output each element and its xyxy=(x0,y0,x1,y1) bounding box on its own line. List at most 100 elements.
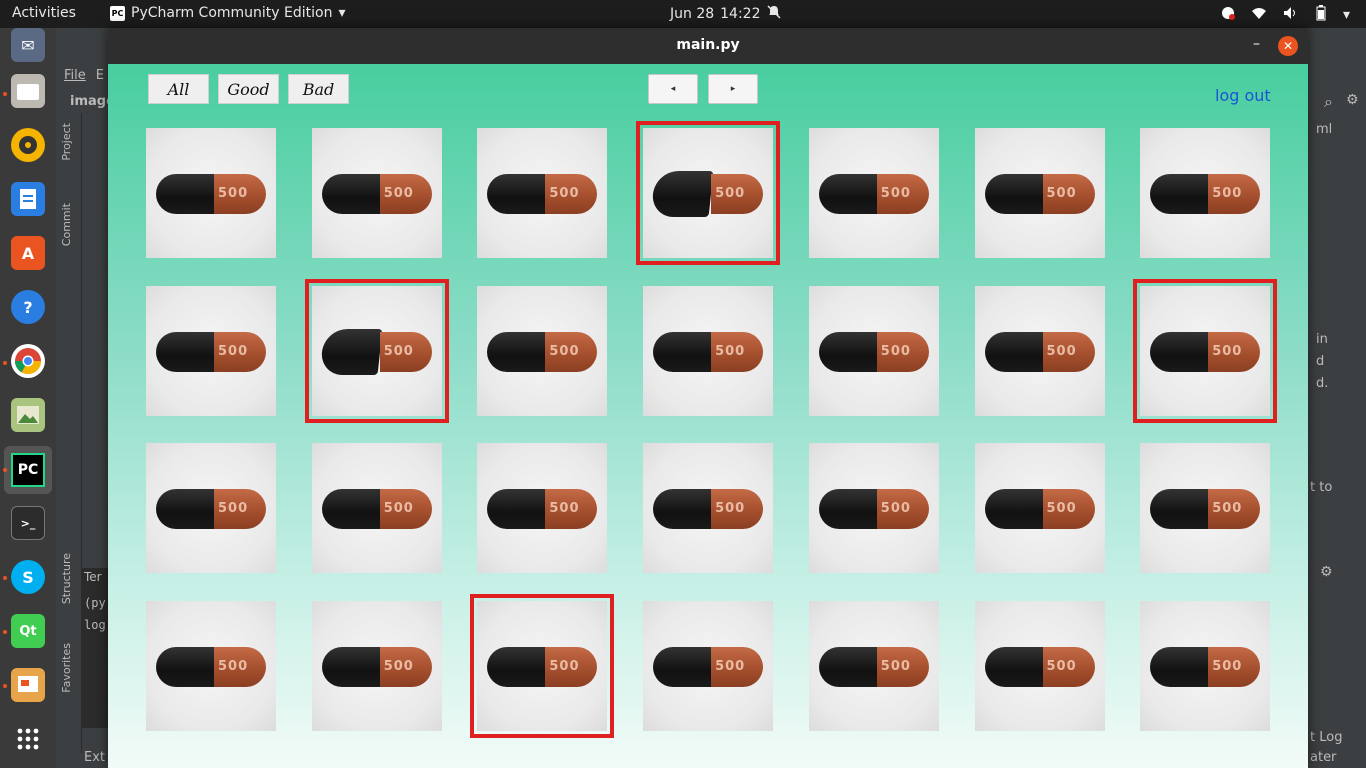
running-indicator xyxy=(3,684,7,688)
capsule-image-tile-flagged[interactable]: 500 xyxy=(1133,278,1278,423)
capsule-picture: 500 xyxy=(653,489,764,529)
capsule-imprint: 500 xyxy=(383,501,414,516)
show-apps-icon[interactable] xyxy=(11,722,45,756)
capsule-picture: 500 xyxy=(653,646,764,687)
app-window: main.py – ✕ All Good Bad ◂ ▸ log out 500… xyxy=(108,28,1308,768)
capsule-image-tile[interactable]: 500 xyxy=(477,128,608,258)
terminal-icon[interactable]: >_ xyxy=(11,506,45,540)
capsule-image-tile[interactable]: 500 xyxy=(974,128,1105,258)
capsule-picture: 500 xyxy=(321,646,432,687)
filter-all-button[interactable]: All xyxy=(148,74,209,104)
capsule-image-tile[interactable]: 500 xyxy=(146,443,276,573)
chevron-down-icon: ▾ xyxy=(1342,7,1350,23)
menu-file[interactable]: File xyxy=(64,68,86,83)
capsule-image-tile[interactable]: 500 xyxy=(311,443,442,573)
skype-icon[interactable]: S xyxy=(11,560,45,594)
impress-icon[interactable] xyxy=(11,668,45,702)
capsule-image-tile[interactable]: 500 xyxy=(146,285,276,416)
window-titlebar[interactable]: main.py – ✕ xyxy=(108,28,1308,64)
capsule-image-tile[interactable]: 500 xyxy=(974,285,1105,416)
next-page-button[interactable]: ▸ xyxy=(708,74,758,104)
capsule-image-tile[interactable]: 500 xyxy=(974,600,1105,731)
capsule-image-tile[interactable]: 500 xyxy=(643,443,774,573)
tab-favorites[interactable]: Favorites xyxy=(60,643,73,693)
terminal-label: Ter xyxy=(84,570,102,584)
tab-project[interactable]: Project xyxy=(60,123,73,161)
capsule-black-half xyxy=(650,171,714,217)
logout-link[interactable]: log out xyxy=(1215,86,1271,105)
ide-menu-bar: File E xyxy=(64,68,104,83)
event-log-tab[interactable]: t Log xyxy=(1310,730,1342,745)
qt-creator-icon[interactable]: Qt xyxy=(11,614,45,648)
notifications-off-icon xyxy=(766,5,781,23)
capsule-image-tile[interactable]: 500 xyxy=(643,285,774,416)
gear-icon[interactable]: ⚙ xyxy=(1346,92,1359,108)
app-icon-thunderbird[interactable]: ✉ xyxy=(11,28,45,62)
system-tray[interactable]: ▾ xyxy=(1221,5,1350,25)
files-icon[interactable] xyxy=(11,74,45,108)
rhythmbox-icon[interactable] xyxy=(11,128,45,162)
capsule-image-tile[interactable]: 500 xyxy=(1140,600,1271,731)
pycharm-dock-icon[interactable]: PC xyxy=(4,446,52,494)
window-title: main.py xyxy=(676,37,740,53)
minimize-button[interactable]: – xyxy=(1253,36,1260,52)
editor-tab-label[interactable]: ml xyxy=(1316,122,1332,137)
panel-text: d. xyxy=(1316,376,1329,391)
capsule-image-tile[interactable]: 500 xyxy=(974,443,1105,573)
date-text: Jun 28 xyxy=(670,6,715,22)
capsule-image-tile[interactable]: 500 xyxy=(808,128,939,258)
capsule-black-half xyxy=(818,331,877,372)
dock: ✉ A ? PC >_ S Qt xyxy=(0,28,56,768)
filter-good-button[interactable]: Good xyxy=(218,74,279,104)
capsule-picture: 500 xyxy=(487,331,598,372)
capsule-image-tile[interactable]: 500 xyxy=(808,285,939,416)
filter-bad-button[interactable]: Bad xyxy=(288,74,349,104)
capsule-image-tile[interactable]: 500 xyxy=(477,285,608,416)
clock[interactable]: Jun 28 14:22 xyxy=(670,5,781,23)
capsule-image-tile[interactable]: 500 xyxy=(643,600,774,731)
capsule-imprint: 500 xyxy=(549,501,580,516)
image-viewer-icon[interactable] xyxy=(11,398,45,432)
capsule-image-tile[interactable]: 500 xyxy=(311,600,442,731)
capsule-imprint: 500 xyxy=(880,186,911,201)
capsule-image-tile[interactable]: 500 xyxy=(146,128,276,258)
capsule-black-half xyxy=(1150,174,1209,214)
capsule-image-tile[interactable]: 500 xyxy=(146,600,276,731)
capsule-image-tile[interactable]: 500 xyxy=(311,128,442,258)
tab-commit[interactable]: Commit xyxy=(60,203,73,246)
menu-edit[interactable]: E xyxy=(96,68,104,83)
running-indicator xyxy=(3,576,7,580)
capsule-image-tile[interactable]: 500 xyxy=(1140,128,1271,258)
capsule-image-tile[interactable]: 500 xyxy=(808,600,939,731)
capsule-black-half xyxy=(321,489,380,529)
capsule-imprint: 500 xyxy=(715,658,746,674)
help-icon[interactable]: ? xyxy=(11,290,45,324)
chrome-icon[interactable] xyxy=(11,344,45,378)
capsule-picture: 500 xyxy=(818,174,929,214)
writer-icon[interactable] xyxy=(11,182,45,216)
capsule-image-tile[interactable]: 500 xyxy=(477,443,608,573)
capsule-black-half xyxy=(1150,646,1209,687)
capsule-image-tile-flagged[interactable]: 500 xyxy=(304,278,449,423)
software-center-icon[interactable]: A xyxy=(11,236,45,270)
chevron-down-icon: ▾ xyxy=(338,5,346,21)
gear-icon[interactable]: ⚙ xyxy=(1320,564,1333,580)
capsule-image-tile-flagged[interactable]: 500 xyxy=(470,593,615,738)
capsule-picture: 500 xyxy=(487,174,598,214)
activities-button[interactable]: Activities xyxy=(12,5,76,21)
running-indicator xyxy=(3,92,7,96)
capsule-image-tile-flagged[interactable]: 500 xyxy=(636,121,781,265)
close-button[interactable]: ✕ xyxy=(1278,36,1298,56)
capsule-imprint: 500 xyxy=(1046,186,1077,201)
capsule-picture: 500 xyxy=(487,646,598,687)
tab-structure[interactable]: Structure xyxy=(60,553,73,604)
app-menu[interactable]: PC PyCharm Community Edition ▾ xyxy=(110,5,346,21)
capsule-imprint: 500 xyxy=(1046,501,1077,516)
capsule-black-half xyxy=(321,646,380,687)
search-icon[interactable]: ⌕ xyxy=(1324,92,1333,112)
prev-page-button[interactable]: ◂ xyxy=(648,74,698,104)
capsule-imprint: 500 xyxy=(1046,343,1077,359)
capsule-image-tile[interactable]: 500 xyxy=(808,443,939,573)
capsule-image-tile[interactable]: 500 xyxy=(1140,443,1271,573)
capsule-picture: 500 xyxy=(156,489,266,529)
